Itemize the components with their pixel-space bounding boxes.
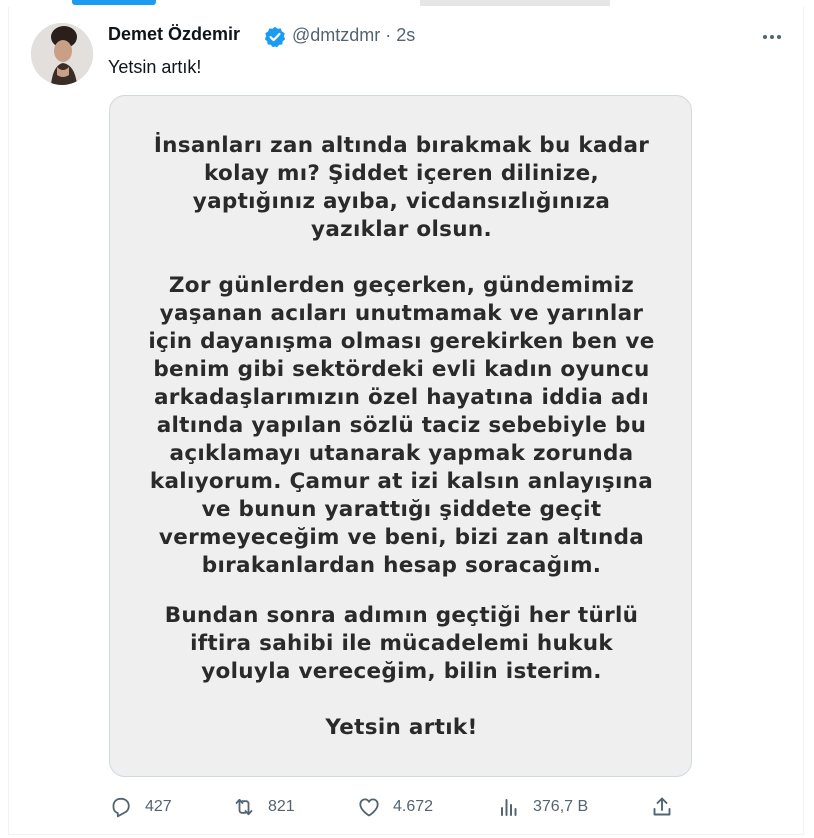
share-button[interactable] <box>650 793 674 821</box>
repost-count: 821 <box>268 798 295 815</box>
image-paragraph-4: Yetsin artık! <box>325 715 478 740</box>
repost-icon <box>235 798 253 816</box>
user-handle-and-time[interactable]: @dmtzdmr · 2s <box>292 25 415 46</box>
image-paragraph-1: İnsanları zan altında bırakmak bu kadar … <box>153 133 650 242</box>
views-count: 376,7 B <box>533 798 589 815</box>
repost-button[interactable]: 821 <box>232 793 295 821</box>
top-tab-strip <box>0 0 814 7</box>
views-button[interactable]: 376,7 B <box>497 793 588 821</box>
reply-count: 427 <box>145 798 172 815</box>
user-handle[interactable]: @dmtzdmr <box>292 25 380 45</box>
like-icon <box>359 798 379 817</box>
tweet-text: Yetsin artık! <box>108 57 202 77</box>
views-icon <box>501 799 517 816</box>
tweet-image[interactable]: İnsanları zan altında bırakmak bu kadar … <box>109 95 692 777</box>
like-count: 4.672 <box>393 798 434 815</box>
share-icon <box>653 797 671 816</box>
avatar[interactable] <box>31 23 93 85</box>
image-paragraph-2: Zor günlerden geçerken, gündemimiz yaşan… <box>148 273 655 578</box>
post-time[interactable]: · 2s <box>385 25 415 45</box>
image-paragraph-3: Bundan sonra adımın geçtiği her türlü if… <box>164 603 639 684</box>
reply-button[interactable]: 427 <box>109 793 172 821</box>
active-tab-indicator <box>72 0 156 5</box>
verified-badge-icon <box>264 26 286 48</box>
inactive-tab-indicator <box>420 0 610 6</box>
more-icon[interactable] <box>760 25 784 49</box>
reply-icon <box>112 797 130 818</box>
like-button[interactable]: 4.672 <box>357 793 433 821</box>
user-display-name[interactable]: Demet Özdemir <box>108 24 240 45</box>
